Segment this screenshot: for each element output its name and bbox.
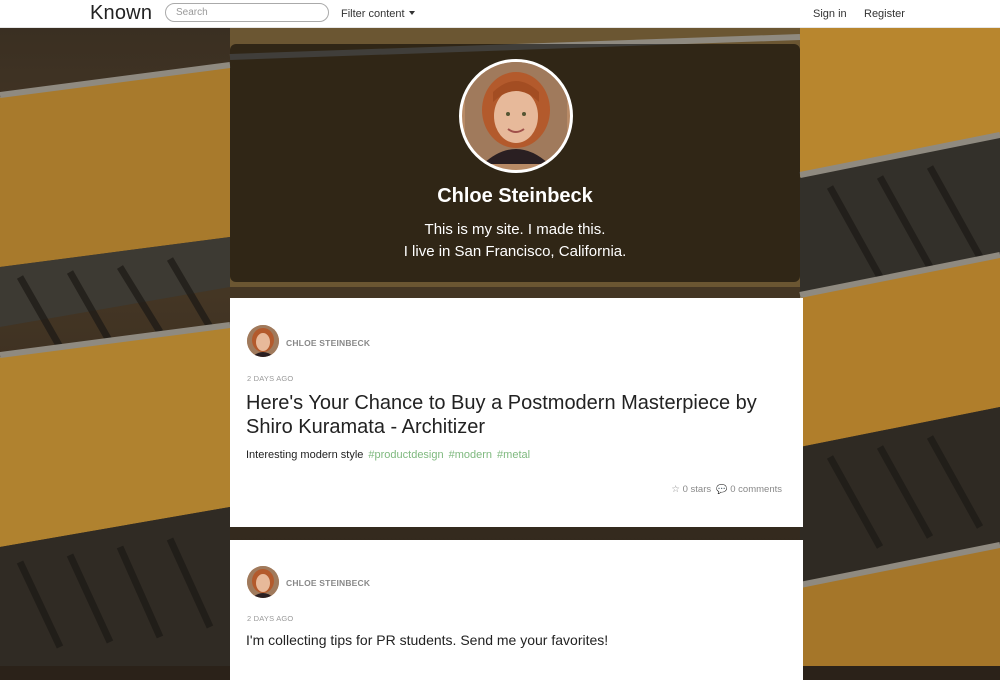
- bio-line: This is my site. I made this.: [424, 221, 606, 238]
- author-avatar[interactable]: [247, 325, 279, 357]
- star-icon: ☆: [671, 484, 680, 495]
- filter-content-label: Filter content: [341, 8, 405, 20]
- caret-down-icon: [408, 11, 415, 15]
- post-description: Interesting modern style #productdesign #m…: [246, 449, 530, 461]
- brand-logo[interactable]: Known: [90, 2, 152, 25]
- profile-avatar[interactable]: [459, 59, 573, 173]
- post-date[interactable]: 2 DAYS AGO: [247, 374, 293, 383]
- profile-card: Chloe Steinbeck This is my site. I made …: [230, 44, 800, 282]
- post-date[interactable]: 2 DAYS AGO: [247, 614, 293, 623]
- register-link[interactable]: Register: [864, 8, 905, 20]
- author-name[interactable]: CHLOE STEINBECK: [286, 578, 370, 588]
- search-input[interactable]: [165, 3, 329, 22]
- comments-count: 0 comments: [730, 484, 782, 495]
- sign-in-link[interactable]: Sign in: [813, 8, 847, 20]
- bio-line: I live in San Francisco, California.: [403, 243, 627, 260]
- profile-bio: This is my site. I made this. I live in …: [230, 219, 800, 263]
- post-meta: ☆ 0 stars 💬 0 comments: [671, 484, 782, 495]
- stars-count: 0 stars: [682, 484, 712, 495]
- star-button[interactable]: ☆ 0 stars: [671, 484, 711, 495]
- filter-content-dropdown[interactable]: Filter content: [341, 8, 415, 20]
- comments-button[interactable]: 💬 0 comments: [716, 484, 782, 495]
- post-card: CHLOE STEINBECK 2 DAYS AGO I'm collectin…: [230, 540, 803, 680]
- description-text: Interesting modern style: [246, 449, 364, 461]
- tag-link[interactable]: #modern: [449, 449, 492, 461]
- tag-link[interactable]: #metal: [497, 449, 530, 461]
- tag-link[interactable]: #productdesign: [368, 449, 443, 461]
- author-avatar[interactable]: [247, 566, 279, 598]
- post-status-text: I'm collecting tips for PR students. Sen…: [246, 632, 609, 648]
- profile-name[interactable]: Chloe Steinbeck: [230, 185, 800, 208]
- post-title[interactable]: Here's Your Chance to Buy a Postmodern M…: [246, 391, 776, 439]
- author-name[interactable]: CHLOE STEINBECK: [286, 338, 370, 348]
- post-card: CHLOE STEINBECK 2 DAYS AGO Here's Your C…: [230, 298, 803, 527]
- top-navbar: Known Filter content Sign in Register: [0, 0, 1000, 28]
- comment-icon: 💬: [716, 484, 728, 494]
